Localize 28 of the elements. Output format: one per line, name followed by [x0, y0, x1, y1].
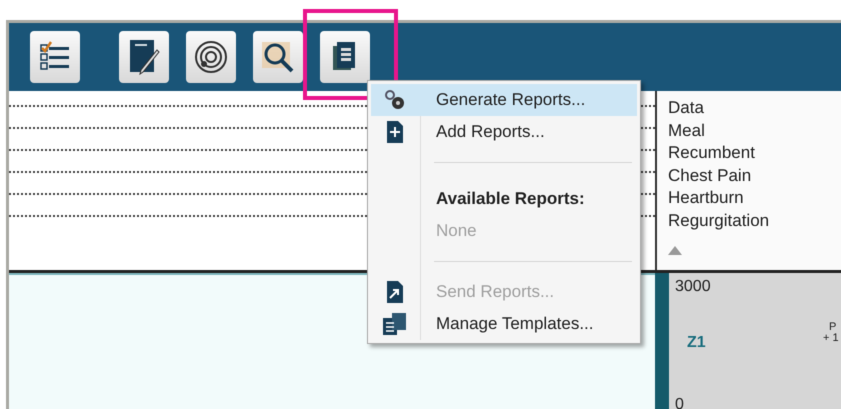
legend-label: Heartburn	[668, 187, 744, 209]
target-icon	[194, 40, 228, 74]
axis-min-label: 0	[675, 397, 684, 409]
toolbar-button[interactable]	[320, 31, 370, 83]
documents-icon	[382, 312, 408, 336]
legend-label: Meal	[668, 120, 705, 142]
cut-label: + 1	[823, 332, 839, 344]
document-plus-icon	[385, 120, 405, 144]
legend-label: Data	[668, 97, 704, 119]
toolbar-button[interactable]	[30, 31, 80, 83]
axis-max-label: 3000	[675, 277, 711, 297]
toolbar-button[interactable]	[119, 31, 169, 83]
toolbar-button[interactable]	[186, 31, 236, 83]
menu-section-header: Available Reports:	[436, 188, 585, 210]
document-arrow-icon	[385, 280, 405, 304]
channel-label: Z1	[687, 333, 706, 353]
menu-item[interactable]: Manage Templates...	[371, 308, 637, 340]
legend-label: Recumbent	[668, 142, 755, 164]
magnifier-icon	[260, 39, 296, 75]
menu-item[interactable]: Generate Reports...	[371, 84, 637, 116]
menu-item[interactable]: Add Reports...	[371, 116, 637, 148]
legend-label: Regurgitation	[668, 210, 770, 232]
legend-label: Chest Pain	[668, 164, 752, 186]
collapse-triangle-icon[interactable]	[668, 246, 682, 255]
toolbar-button[interactable]	[253, 31, 303, 83]
notebook-pen-icon	[127, 38, 161, 76]
gears-icon	[383, 88, 407, 112]
cut-label: P	[829, 321, 836, 333]
